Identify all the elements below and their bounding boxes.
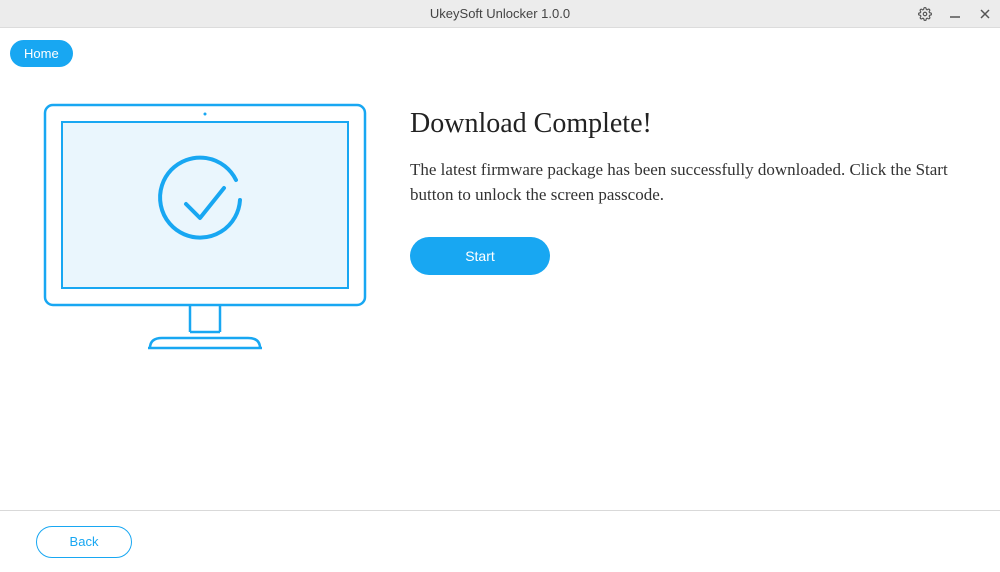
settings-icon[interactable]	[916, 5, 934, 23]
main-content: Download Complete! The latest firmware p…	[40, 100, 960, 360]
home-tab-label: Home	[24, 46, 59, 61]
home-tab[interactable]: Home	[10, 40, 73, 67]
start-button[interactable]: Start	[410, 237, 550, 275]
footer: Back	[0, 510, 1000, 572]
start-button-label: Start	[465, 248, 495, 264]
content-panel: Download Complete! The latest firmware p…	[410, 100, 960, 360]
window-controls	[916, 5, 994, 23]
back-button[interactable]: Back	[36, 526, 132, 558]
monitor-checkmark-illustration	[40, 100, 370, 360]
titlebar: UkeySoft Unlocker 1.0.0	[0, 0, 1000, 28]
minimize-icon[interactable]	[946, 5, 964, 23]
close-icon[interactable]	[976, 5, 994, 23]
window-title: UkeySoft Unlocker 1.0.0	[0, 6, 1000, 21]
page-heading: Download Complete!	[410, 108, 960, 140]
page-description: The latest firmware package has been suc…	[410, 158, 960, 207]
back-button-label: Back	[70, 534, 99, 549]
